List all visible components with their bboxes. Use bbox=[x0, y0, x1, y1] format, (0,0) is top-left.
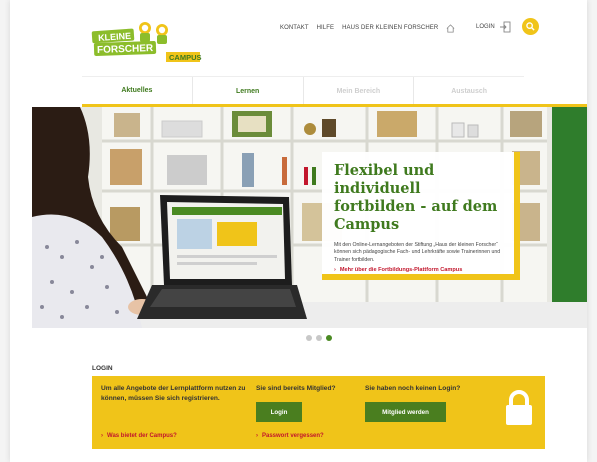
nologin-question: Sie haben noch keinen Login? bbox=[365, 385, 461, 392]
chevron-right-icon: › bbox=[256, 433, 258, 439]
hero-title: Flexibel und individuell fortbilden - au… bbox=[334, 162, 498, 233]
carousel-dot-2[interactable] bbox=[316, 335, 322, 341]
hero-more-link[interactable]: › Mehr über die Fortbildungs-Plattform C… bbox=[334, 267, 504, 273]
page: KLEINE FORSCHER CAMPUS KONTAKT HILFE HAU… bbox=[10, 0, 587, 462]
hero-teaser: Flexibel und individuell fortbilden - au… bbox=[322, 152, 520, 280]
tab-aktuelles[interactable]: Aktuelles bbox=[82, 77, 193, 106]
header-login: LOGIN bbox=[476, 18, 539, 35]
login-link[interactable]: LOGIN bbox=[476, 24, 495, 30]
logo-line2: FORSCHER bbox=[97, 43, 154, 56]
login-door-icon[interactable] bbox=[499, 21, 511, 33]
hero-text: Mit den Online-Lernangeboten der Stiftun… bbox=[334, 242, 501, 263]
chevron-right-icon: › bbox=[334, 267, 336, 274]
register-button[interactable]: Mitglied werden bbox=[365, 402, 446, 422]
logo-badge: CAMPUS bbox=[169, 53, 202, 62]
chevron-right-icon: › bbox=[101, 433, 103, 439]
carousel-dot-3[interactable] bbox=[326, 335, 332, 341]
contact-link[interactable]: KONTAKT bbox=[280, 25, 309, 31]
carousel-dot-1[interactable] bbox=[306, 335, 312, 341]
logo-line1: KLEINE bbox=[98, 31, 132, 43]
search-icon bbox=[525, 22, 535, 31]
home-icon[interactable] bbox=[446, 23, 455, 33]
login-button[interactable]: Login bbox=[256, 402, 302, 422]
lock-icon bbox=[506, 390, 532, 425]
carousel-dots bbox=[306, 335, 332, 341]
haus-link[interactable]: HAUS DER KLEINEN FORSCHER bbox=[342, 25, 438, 31]
main-navigation: Aktuelles Lernen Mein Bereich Austausch bbox=[82, 76, 524, 106]
help-link[interactable]: HILFE bbox=[317, 25, 335, 31]
tab-mein-bereich: Mein Bereich bbox=[304, 77, 415, 106]
kleine-forscher-campus-logo[interactable]: KLEINE FORSCHER CAMPUS bbox=[90, 20, 208, 66]
login-intro: Um alle Angebote der Lernplattform nutze… bbox=[101, 385, 246, 402]
top-navigation: KONTAKT HILFE HAUS DER KLEINEN FORSCHER bbox=[280, 20, 455, 36]
forgot-password-link[interactable]: › Passwort vergessen? bbox=[256, 433, 324, 439]
login-heading: LOGIN bbox=[92, 365, 113, 372]
tab-lernen[interactable]: Lernen bbox=[193, 77, 304, 106]
search-button[interactable] bbox=[521, 18, 539, 35]
campus-info-link[interactable]: › Was bietet der Campus? bbox=[101, 433, 177, 439]
tab-austausch: Austausch bbox=[451, 88, 488, 95]
member-question: Sie sind bereits Mitglied? bbox=[256, 385, 336, 392]
login-panel: Um alle Angebote der Lernplattform nutze… bbox=[92, 376, 545, 449]
